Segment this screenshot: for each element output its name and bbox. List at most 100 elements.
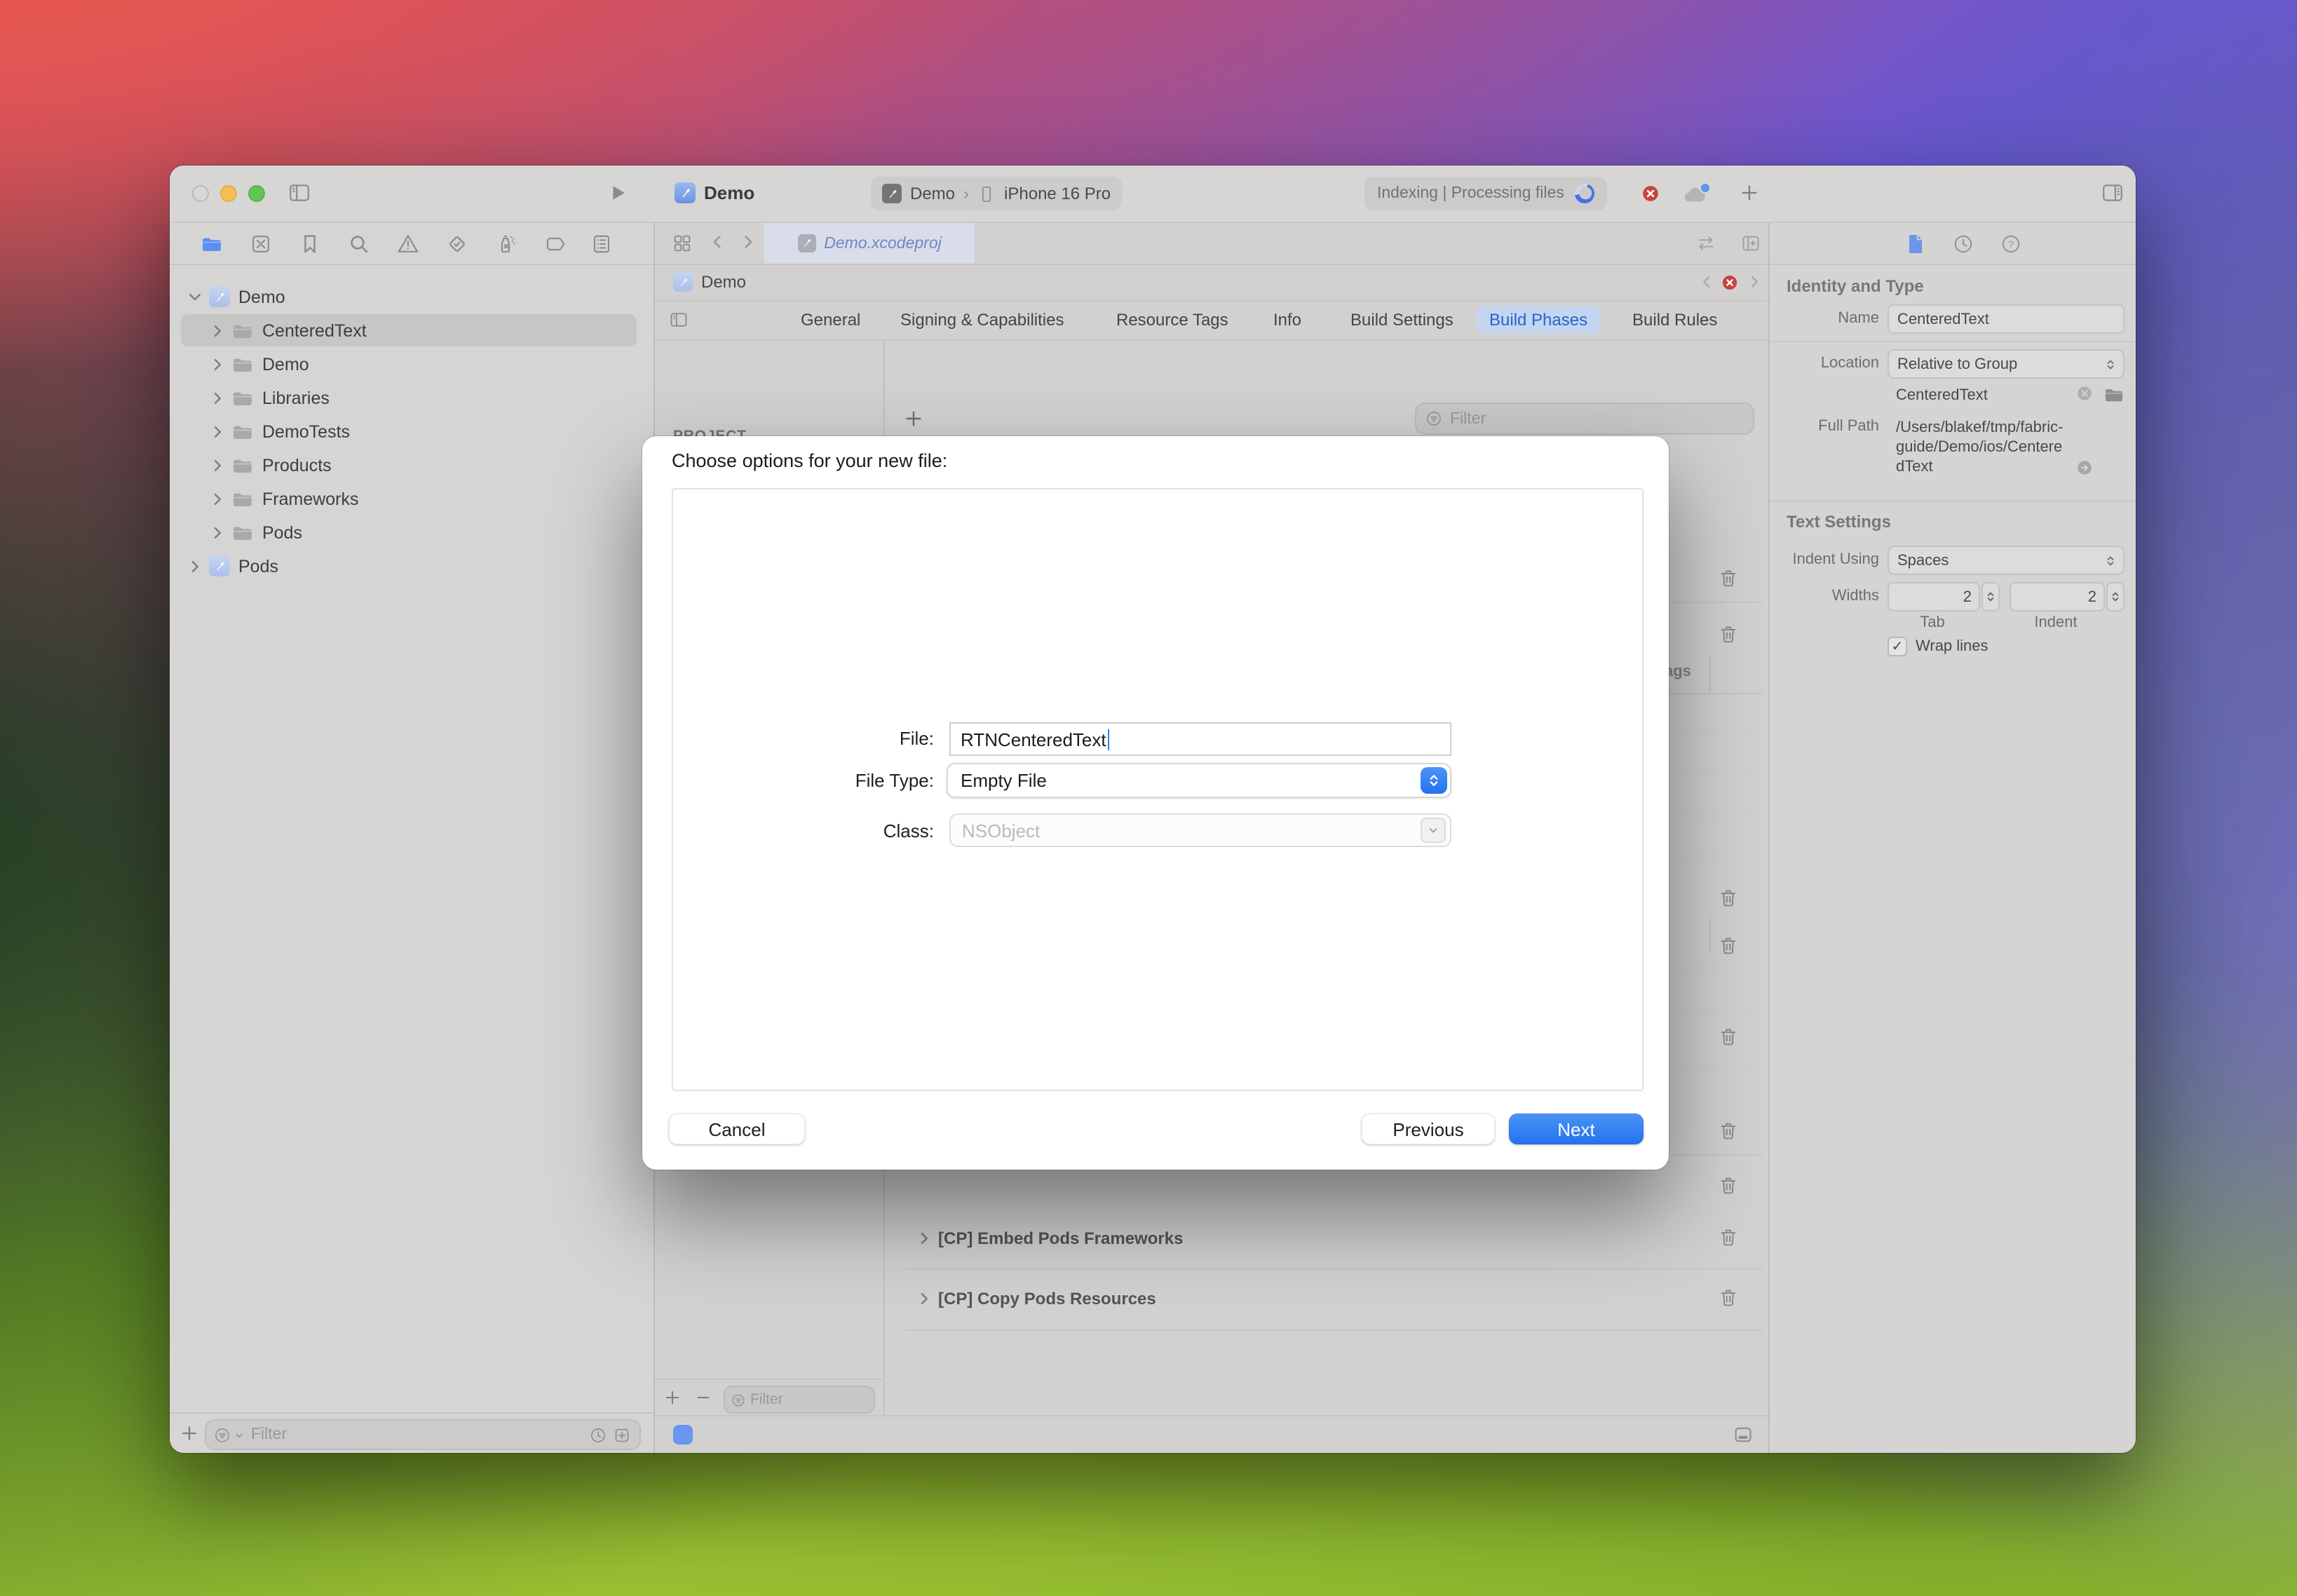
tab-signing-capabilities[interactable]: Signing & Capabilities [888, 306, 1077, 334]
name-field[interactable]: CenteredText [1888, 304, 2125, 334]
delete-phase-icon[interactable] [1718, 1121, 1739, 1149]
clear-location-icon[interactable] [2075, 384, 2094, 403]
tree-row-demo-project[interactable]: Demo [170, 280, 653, 313]
chevron-right-icon[interactable] [916, 1230, 933, 1247]
choose-folder-icon[interactable] [2103, 384, 2125, 405]
previous-issue-icon[interactable] [1698, 273, 1715, 290]
chevron-right-icon[interactable] [916, 1290, 933, 1307]
zoom-button[interactable] [248, 185, 265, 202]
tree-row-demo-folder[interactable]: Demo [170, 348, 653, 380]
chevron-right-icon[interactable] [187, 557, 203, 574]
indent-width-stepper[interactable] [2106, 582, 2125, 611]
delete-phase-icon[interactable] [1718, 1027, 1739, 1055]
tab-resource-tags[interactable]: Resource Tags [1104, 306, 1241, 334]
run-button[interactable] [607, 182, 628, 203]
file-name-input[interactable]: RTNCenteredText [949, 722, 1451, 756]
delete-phase-icon[interactable] [1718, 935, 1739, 963]
delete-phase-icon[interactable] [1718, 568, 1739, 596]
location-dropdown[interactable]: Relative to Group [1888, 349, 2125, 379]
navigator-filter-field[interactable]: Filter [205, 1419, 641, 1450]
source-control-filter-icon[interactable] [613, 1426, 631, 1444]
source-control-icon[interactable] [250, 233, 272, 255]
tab-width-field[interactable]: 2 [1888, 582, 1980, 611]
breakpoints-icon[interactable] [544, 233, 567, 255]
chevron-right-icon[interactable] [209, 322, 226, 339]
class-combo-box[interactable]: NSObject [949, 813, 1451, 847]
editor-options-icon[interactable] [1732, 1423, 1754, 1446]
previous-button[interactable]: Previous [1362, 1114, 1495, 1144]
cancel-button[interactable]: Cancel [669, 1114, 805, 1144]
error-count-icon[interactable] [1641, 184, 1660, 203]
tree-row-demotests[interactable]: DemoTests [170, 415, 653, 447]
tab-build-rules[interactable]: Build Rules [1620, 306, 1730, 334]
file-type-popup[interactable]: Empty File [947, 763, 1451, 798]
delete-phase-icon[interactable] [1718, 624, 1739, 652]
toggle-navigator-icon[interactable] [287, 181, 311, 205]
phases-filter-field[interactable]: Filter [1415, 403, 1754, 435]
chevron-right-icon[interactable] [209, 490, 226, 507]
issue-badge-icon[interactable] [1721, 273, 1739, 292]
reports-icon[interactable] [590, 233, 613, 255]
toggle-inspector-icon[interactable] [2101, 181, 2125, 205]
tab-build-phases[interactable]: Build Phases [1477, 306, 1600, 334]
chevron-right-icon[interactable] [209, 389, 226, 406]
open-path-arrow-icon[interactable] [2075, 459, 2094, 477]
tree-row-pods-folder[interactable]: Pods [170, 516, 653, 548]
search-icon[interactable] [348, 233, 370, 255]
chevron-right-icon[interactable] [209, 356, 226, 372]
minimize-button[interactable] [220, 185, 237, 202]
close-button[interactable] [192, 185, 209, 202]
related-items-grid-icon[interactable] [672, 233, 693, 254]
swap-editor-icon[interactable] [1695, 233, 1716, 254]
next-issue-icon[interactable] [1746, 273, 1763, 290]
tree-row-pods-project[interactable]: Pods [170, 550, 653, 582]
scheme-selector[interactable]: Demo › iPhone 16 Pro [871, 177, 1122, 210]
history-inspector-icon[interactable] [1952, 233, 1974, 255]
phase-copy-pods-resources[interactable]: [CP] Copy Pods Resources [938, 1289, 1156, 1308]
wrap-lines-checkbox-row[interactable]: ✓ Wrap lines [1888, 637, 1988, 656]
add-editor-icon[interactable] [1740, 233, 1761, 254]
tests-icon[interactable] [446, 233, 468, 255]
next-button[interactable]: Next [1509, 1114, 1644, 1144]
tree-row-frameworks[interactable]: Frameworks [170, 482, 653, 515]
indent-width-field[interactable]: 2 [2010, 582, 2105, 611]
chevron-right-icon[interactable] [209, 423, 226, 440]
bookmarks-icon[interactable] [299, 233, 321, 255]
tree-row-products[interactable]: Products [170, 449, 653, 481]
indent-using-dropdown[interactable]: Spaces [1888, 546, 2125, 575]
hide-targets-sidebar-icon[interactable] [669, 310, 689, 330]
add-file-button[interactable] [179, 1423, 199, 1443]
file-inspector-icon[interactable] [1904, 233, 1927, 255]
targets-filter-field[interactable]: Filter [724, 1386, 875, 1414]
chevron-down-icon[interactable] [187, 288, 203, 305]
add-target-button[interactable] [663, 1388, 682, 1407]
add-build-phase-button[interactable] [903, 408, 924, 429]
tab-demo-xcodeproj[interactable]: Demo.xcodeproj [764, 223, 975, 264]
delete-phase-icon[interactable] [1718, 1175, 1739, 1203]
delete-phase-icon[interactable] [1718, 1287, 1739, 1316]
tab-build-settings[interactable]: Build Settings [1338, 306, 1466, 334]
filter-indicator-icon[interactable] [673, 1425, 693, 1445]
delete-phase-icon[interactable] [1718, 888, 1739, 916]
back-icon[interactable] [708, 233, 726, 251]
add-button[interactable] [1739, 182, 1760, 203]
tree-row-centeredtext[interactable]: CenteredText [170, 314, 653, 346]
delete-phase-icon[interactable] [1718, 1227, 1739, 1255]
cloud-status-icon[interactable] [1681, 185, 1708, 210]
activity-view[interactable]: Indexing | Processing files [1364, 177, 1608, 210]
phase-embed-pods-frameworks[interactable]: [CP] Embed Pods Frameworks [938, 1229, 1183, 1248]
recent-files-icon[interactable] [589, 1426, 607, 1444]
chevron-right-icon[interactable] [209, 457, 226, 473]
project-navigator-icon[interactable] [201, 233, 223, 255]
tab-general[interactable]: General [788, 306, 873, 334]
tab-info[interactable]: Info [1261, 306, 1314, 334]
forward-icon[interactable] [739, 233, 757, 251]
chevron-right-icon[interactable] [209, 524, 226, 541]
tree-row-libraries[interactable]: Libraries [170, 381, 653, 414]
issues-icon[interactable] [397, 233, 419, 255]
checkbox-checked-icon[interactable]: ✓ [1888, 637, 1907, 656]
jumpbar-title[interactable]: Demo [701, 272, 746, 292]
debug-icon[interactable] [495, 233, 517, 255]
tab-width-stepper[interactable] [1981, 582, 2000, 611]
remove-target-button[interactable] [694, 1388, 712, 1407]
